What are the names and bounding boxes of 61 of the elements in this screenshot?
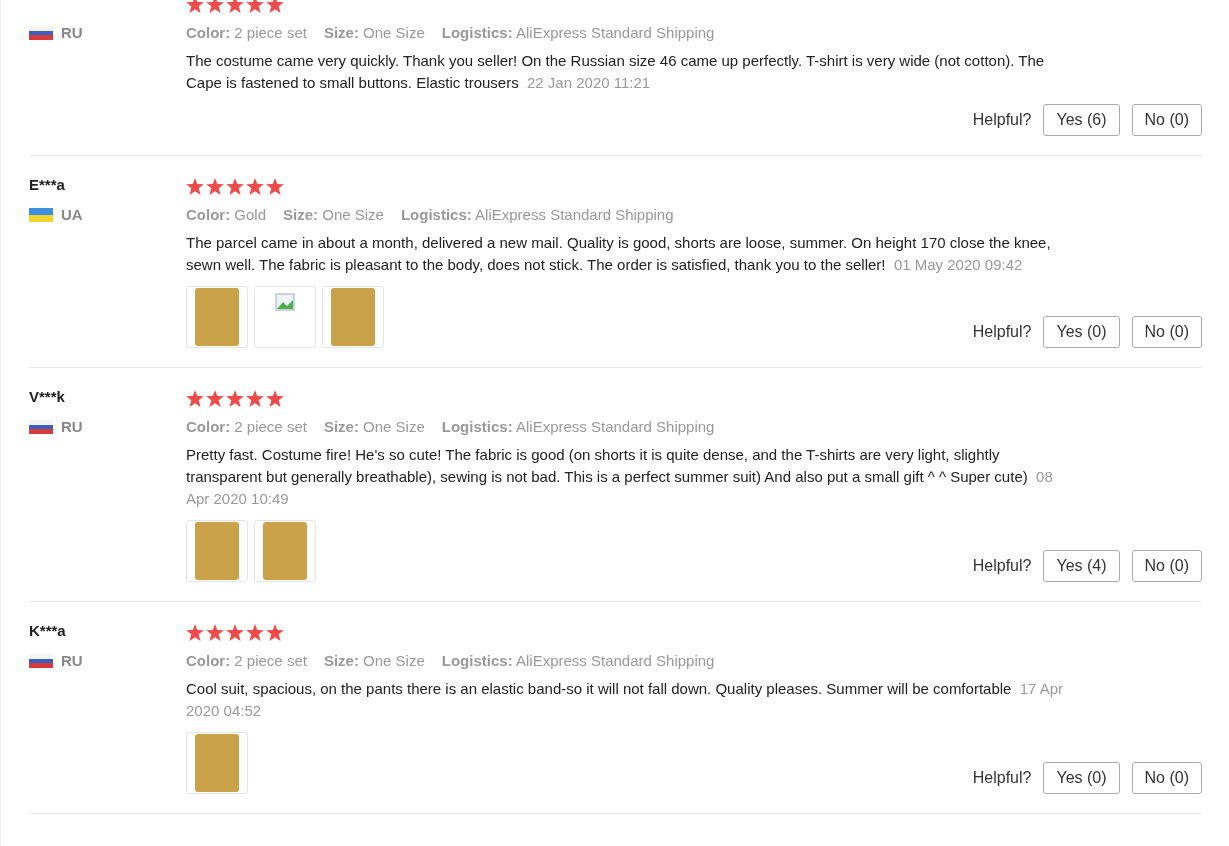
helpful-label: Helpful? [972,557,1032,575]
yes-button[interactable]: Yes (4) [1043,550,1120,582]
country-code: UA [61,206,83,223]
star-icon [246,389,264,407]
star-icon [226,389,244,407]
photo-thumbnail[interactable] [322,286,384,348]
star-icon [266,623,284,641]
photo-thumbnail[interactable] [254,520,316,582]
yes-button[interactable]: Yes (0) [1043,316,1120,348]
star-icon [246,177,264,195]
star-icon [206,177,224,195]
yes-button[interactable]: Yes (6) [1043,104,1120,136]
review-text: The costume came very quickly. Thank you seller! On the Russian size 46 came up perfectly. T-shirt is very wide (not cotton). The Cape is fastened to small buttons. Elastic trousers 22 Jan 2020 11:21 [186,51,1046,93]
attribute-text: Size: One Size [323,24,425,41]
photo-thumbnail[interactable] [186,520,248,582]
attribute-text: Color: 2 piece set [186,24,307,41]
attribute-text: Color: 2 piece set [186,652,307,669]
star-icon [186,0,204,13]
country-code: RU [61,652,83,669]
star-icon [206,623,224,641]
star-icon [226,0,244,13]
star-icon [186,623,204,641]
yes-button[interactable]: Yes (0) [1043,762,1120,794]
star-icon [186,177,204,195]
review-text: The parcel came in about a month, delivered a new mail. Quality is good, shorts are loose, summer. On height 170 close the knee, sewn well. The fabric is pleasant to the body, does not stick. The order is satisfied, thank you to the seller! 01 May 2020 09:42 [186,233,1052,275]
star-icon [206,0,224,13]
no-button[interactable]: No (0) [1131,762,1202,794]
star-icon [206,389,224,407]
attribute-text: Logistics: AliExpress Standard Shipping [400,206,674,223]
no-button[interactable]: No (0) [1131,316,1202,348]
attribute-text: Size: One Size [283,206,384,223]
helpful-label: Helpful? [972,323,1032,341]
review-text: Cool suit, spacious, on the pants there is an elastic band-so it will not fall down. Quality pleases. Summer will be comfortable 17 Apr 2020 04:52 [186,679,1065,721]
no-button[interactable]: No (0) [1131,104,1202,136]
helpful-label: Helpful? [972,769,1032,787]
star-icon [226,177,244,195]
broken-image[interactable] [254,286,316,348]
country-code: RU [61,418,83,435]
attribute-text: Size: One Size [323,652,425,669]
attribute-text: Size: One Size [323,418,425,435]
star-icon [266,177,284,195]
review-text: Pretty fast. Costume fire! He's so cute! The fabric is good (on shorts it is quite dense, and the T-shirts are very light, slightly transparent but generally breathable), sewing is not bad. This is a perfect summer suit) And also put a small gift ^ ^ Super cute) 08 Apr 2020 10:49 [186,445,1054,509]
attribute-text: Color: 2 piece set [186,418,307,435]
photo-thumbnail[interactable] [186,732,248,794]
photo-thumbnail[interactable] [186,286,248,348]
attribute-text: Logistics: AliExpress Standard Shipping [441,652,715,669]
country-code: RU [61,24,83,41]
star-icon [246,623,264,641]
helpful-label: Helpful? [972,111,1032,129]
star-icon [186,389,204,407]
star-icon [226,623,244,641]
reviewer-name: V***k [29,387,66,407]
star-icon [246,0,264,13]
star-icon [266,0,284,13]
attribute-text: Logistics: AliExpress Standard Shipping [441,24,715,41]
reviewer-name: E***a [29,175,66,195]
attribute-text: Color: Gold [186,206,267,223]
no-button[interactable]: No (0) [1131,550,1202,582]
reviewer-name: K***a [29,621,67,641]
star-icon [266,389,284,407]
attribute-text: Logistics: AliExpress Standard Shipping [441,418,715,435]
